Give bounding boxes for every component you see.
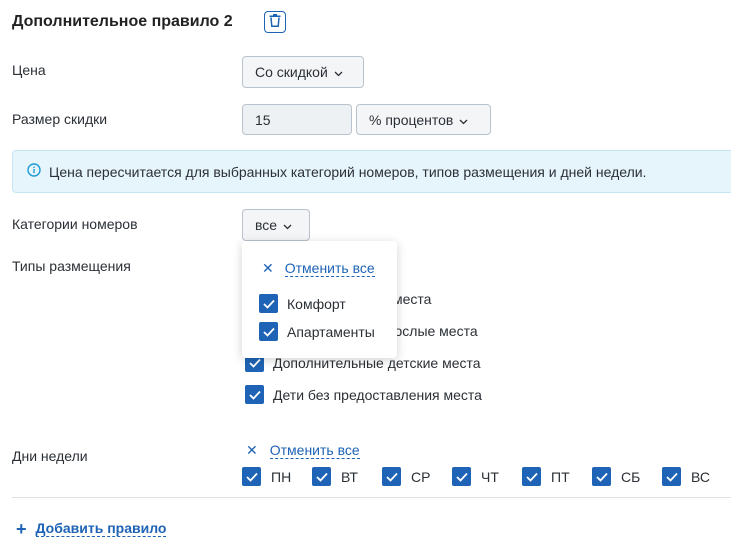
rule-title: Дополнительное правило 2 <box>12 13 233 30</box>
clear-all-link[interactable]: Отменить все <box>284 260 375 277</box>
weekday-thu[interactable]: ЧТ <box>452 467 499 486</box>
checkbox[interactable] <box>259 294 278 313</box>
weekday-label: ПТ <box>551 468 570 485</box>
section-divider <box>12 497 731 498</box>
checkbox[interactable] <box>259 322 278 341</box>
category-option[interactable]: Комфорт <box>259 294 346 313</box>
checkbox[interactable] <box>522 467 541 486</box>
category-option-label: Комфорт <box>287 295 346 312</box>
weekday-sat[interactable]: СБ <box>592 467 640 486</box>
plus-icon: + <box>16 518 27 539</box>
room-categories-label: Категории номеров <box>12 216 138 232</box>
weekday-label: ВС <box>691 468 710 485</box>
info-icon <box>27 163 41 180</box>
weekday-mon[interactable]: ПН <box>242 467 291 486</box>
discount-amount-value: 15 <box>255 111 271 128</box>
weekday-sun[interactable]: ВС <box>662 467 710 486</box>
checkbox[interactable] <box>382 467 401 486</box>
clear-all-link[interactable]: Отменить все <box>269 442 360 459</box>
checkbox[interactable] <box>245 385 264 404</box>
clear-all-weekdays[interactable]: ✕ Отменить все <box>246 442 360 459</box>
weekday-fri[interactable]: ПТ <box>522 467 570 486</box>
weekday-label: ЧТ <box>481 468 499 485</box>
room-categories-value: все <box>255 217 278 233</box>
weekday-label: ПН <box>271 468 292 485</box>
close-icon: ✕ <box>246 442 258 458</box>
accommodation-item[interactable]: Дети без предоставления места <box>245 385 482 404</box>
price-select[interactable]: Со скидкой <box>242 56 364 88</box>
delete-rule-button[interactable] <box>264 11 286 33</box>
accommodation-label: Типы размещения <box>12 258 131 274</box>
chevron-down-icon <box>283 217 292 233</box>
info-banner: Цена пересчитается для выбранных категор… <box>12 150 731 193</box>
accommodation-item-label: места <box>393 290 432 307</box>
room-categories-select[interactable]: все <box>242 209 310 241</box>
checkbox[interactable] <box>662 467 681 486</box>
add-rule-button[interactable]: + Добавить правило <box>16 518 167 539</box>
category-option-label: Апартаменты <box>287 323 375 340</box>
weekday-label: ВТ <box>341 468 358 485</box>
close-icon: ✕ <box>262 260 274 276</box>
discount-amount-input[interactable]: 15 <box>242 104 352 135</box>
weekday-tue[interactable]: ВТ <box>312 467 358 486</box>
weekday-label: СБ <box>621 468 641 485</box>
weekday-wed[interactable]: СР <box>382 467 430 486</box>
discount-unit-select[interactable]: % процентов <box>356 104 491 135</box>
chevron-down-icon <box>459 112 468 128</box>
checkbox[interactable] <box>312 467 331 486</box>
price-label: Цена <box>12 62 46 78</box>
weekday-label: СР <box>411 468 431 485</box>
clear-all-categories[interactable]: ✕ Отменить все <box>262 260 375 277</box>
discount-unit-value: % процентов <box>369 111 454 128</box>
checkbox[interactable] <box>592 467 611 486</box>
chevron-down-icon <box>334 64 343 80</box>
discount-label: Размер скидки <box>12 111 108 127</box>
accommodation-item-label: Дети без предоставления места <box>273 386 482 403</box>
checkbox[interactable] <box>452 467 471 486</box>
price-select-value: Со скидкой <box>255 64 328 80</box>
weekdays-label: Дни недели <box>12 448 88 464</box>
trash-icon <box>269 14 281 30</box>
add-rule-label: Добавить правило <box>35 520 167 537</box>
room-categories-dropdown: ✕ Отменить все Комфорт Апартаменты <box>242 241 397 358</box>
category-option[interactable]: Апартаменты <box>259 322 375 341</box>
info-text: Цена пересчитается для выбранных категор… <box>49 163 647 180</box>
checkbox[interactable] <box>242 467 261 486</box>
